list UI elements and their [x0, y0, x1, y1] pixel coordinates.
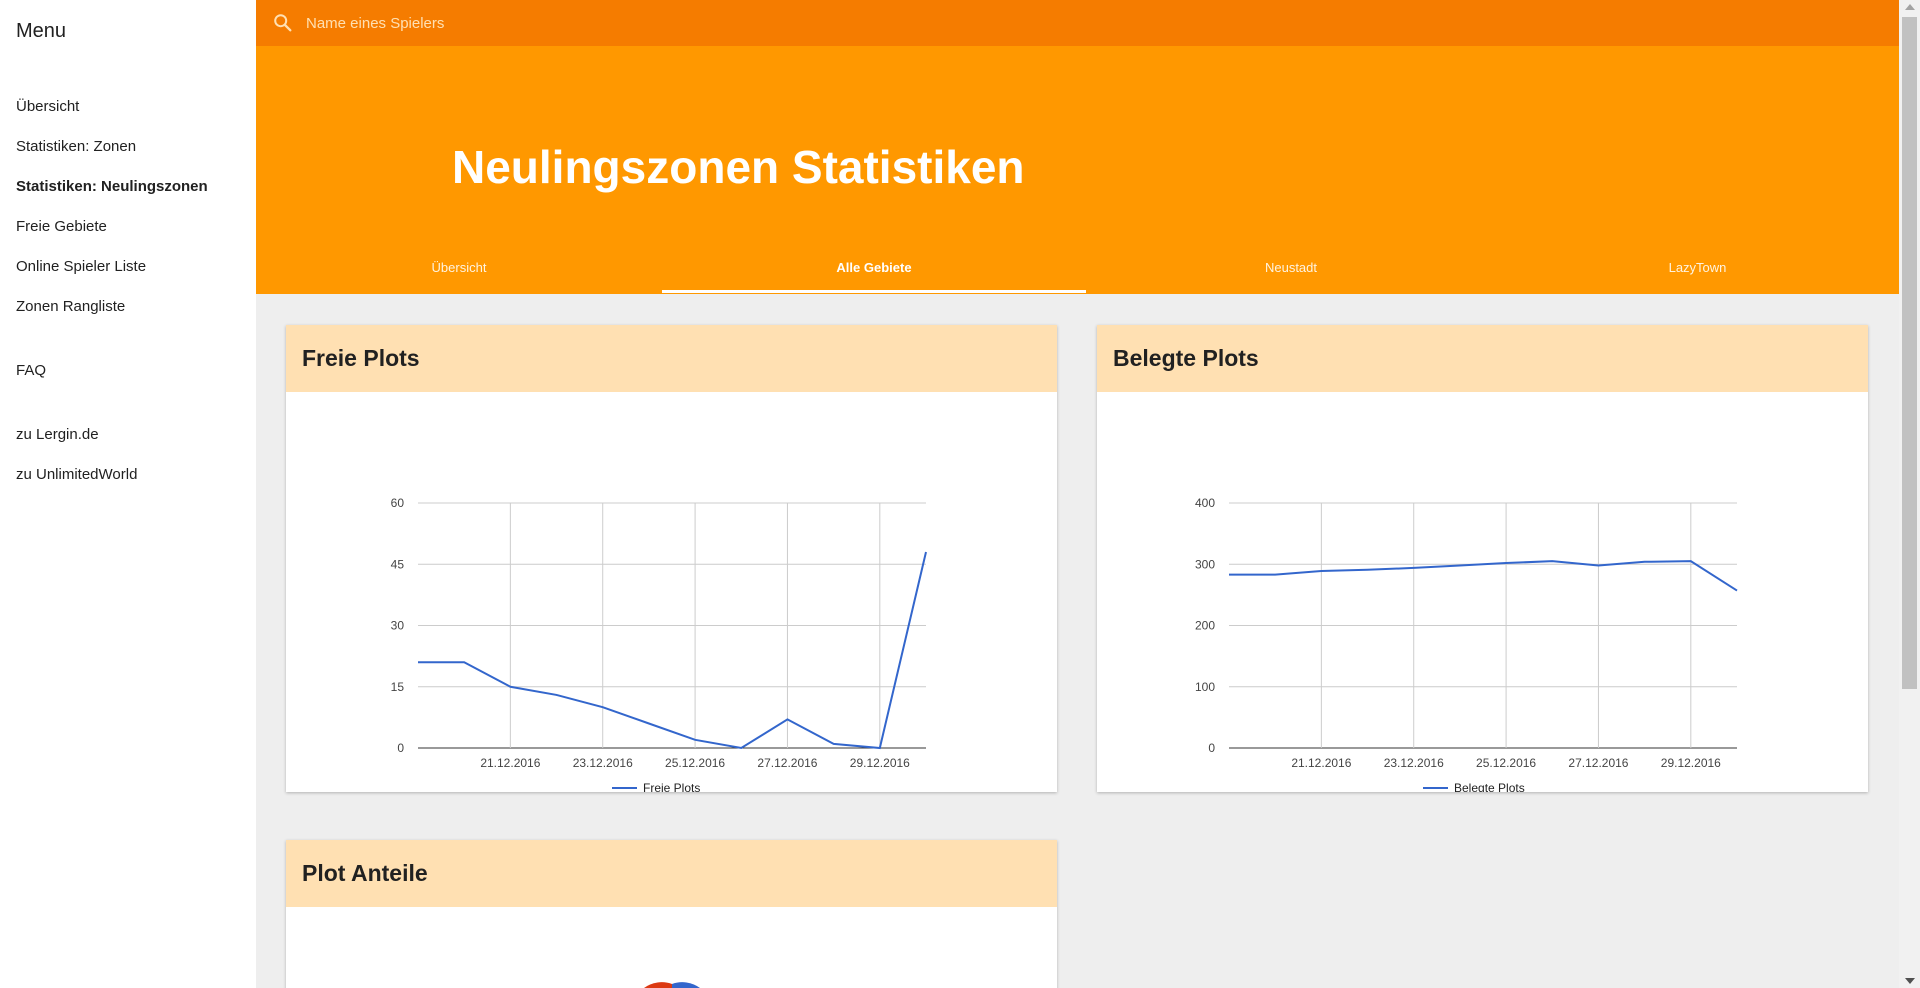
- tab-alle-gebiete[interactable]: Alle Gebiete: [662, 260, 1086, 294]
- line-chart-freie-plots: 0 15 30 45 60 21.12.2016 23.12.2016 25.12.2016 2…: [391, 496, 927, 792]
- card-header: Plot Anteile: [286, 840, 1057, 907]
- x-tick-label: 27.12.2016: [757, 756, 817, 770]
- tab-neustadt[interactable]: Neustadt: [1086, 260, 1496, 294]
- card-header: Freie Plots: [286, 325, 1057, 392]
- tab-lazytown[interactable]: LazyTown: [1496, 260, 1899, 294]
- pie-slice: [644, 982, 672, 988]
- x-tick-label: 29.12.2016: [1661, 756, 1721, 770]
- sidebar-item-freie-gebiete[interactable]: Freie Gebiete: [16, 218, 107, 235]
- y-tick-label: 45: [391, 557, 405, 571]
- search-bar: [256, 0, 1899, 46]
- y-tick-label: 200: [1195, 619, 1215, 633]
- x-tick-label: 27.12.2016: [1568, 756, 1628, 770]
- search-icon[interactable]: [272, 12, 294, 34]
- page-header: Neulingszonen Statistiken Übersicht Alle…: [256, 46, 1899, 294]
- x-tick-label: 29.12.2016: [850, 756, 910, 770]
- line-chart-belegte-plots: 0 100 200 300 400 21.12.2016 23.12.2016 25.12.2…: [1195, 496, 1738, 792]
- pie-slice: [672, 982, 700, 988]
- x-tick-label: 25.12.2016: [1476, 756, 1536, 770]
- card-header: Belegte Plots: [1097, 325, 1868, 392]
- series-line: [418, 551, 927, 750]
- sidebar-item-unlimitedworld[interactable]: zu UnlimitedWorld: [16, 466, 137, 483]
- sidebar-item-lergin[interactable]: zu Lergin.de: [16, 426, 99, 443]
- sidebar-item-statistiken-zonen[interactable]: Statistiken: Zonen: [16, 138, 136, 155]
- pie-chart-plot-anteile: [644, 982, 700, 988]
- y-tick-label: 0: [1208, 741, 1215, 755]
- y-tick-label: 30: [391, 619, 405, 633]
- menu-title: Menu: [16, 20, 67, 42]
- sidebar-item-zonen-rangliste[interactable]: Zonen Rangliste: [16, 298, 125, 315]
- scroll-up-arrow-icon[interactable]: [1905, 4, 1915, 10]
- card-title: Belegte Plots: [1113, 345, 1259, 371]
- sidebar: Menu Übersicht Statistiken: Zonen Statis…: [0, 0, 256, 988]
- sidebar-item-statistiken-neulingszonen[interactable]: Statistiken: Neulingszonen: [16, 178, 208, 195]
- y-tick-label: 60: [391, 496, 405, 510]
- tab-uebersicht[interactable]: Übersicht: [256, 260, 662, 294]
- y-tick-label: 0: [397, 741, 404, 755]
- sidebar-item-uebersicht[interactable]: Übersicht: [16, 98, 79, 115]
- y-tick-label: 300: [1195, 557, 1215, 571]
- y-tick-label: 400: [1195, 496, 1215, 510]
- x-tick-label: 23.12.2016: [1384, 756, 1444, 770]
- x-tick-label: 21.12.2016: [1291, 756, 1351, 770]
- legend-label: Belegte Plots: [1454, 781, 1525, 792]
- series-line: [1229, 560, 1738, 592]
- legend-label: Freie Plots: [643, 781, 700, 792]
- card-title: Plot Anteile: [302, 860, 428, 886]
- sidebar-item-faq[interactable]: FAQ: [16, 362, 46, 379]
- sidebar-item-online-spieler-liste[interactable]: Online Spieler Liste: [16, 258, 146, 275]
- active-tab-indicator: [662, 290, 1086, 293]
- y-tick-label: 15: [391, 680, 405, 694]
- x-tick-label: 25.12.2016: [665, 756, 725, 770]
- search-input[interactable]: [306, 10, 906, 36]
- scroll-thumb[interactable]: [1902, 17, 1917, 689]
- card-belegte-plots: Belegte Plots 0 100 200 300 400 21.12.2016 23.…: [1097, 325, 1868, 792]
- x-tick-label: 21.12.2016: [480, 756, 540, 770]
- card-plot-anteile: Plot Anteile: [286, 840, 1057, 988]
- page-title: Neulingszonen Statistiken: [452, 141, 1025, 193]
- card-freie-plots: Freie Plots 0 15 30 45 60 21.12.2016 23.12.201…: [286, 325, 1057, 792]
- x-tick-label: 23.12.2016: [573, 756, 633, 770]
- scroll-down-arrow-icon[interactable]: [1905, 978, 1915, 984]
- card-title: Freie Plots: [302, 345, 420, 371]
- y-tick-label: 100: [1195, 680, 1215, 694]
- scrollbar[interactable]: [1899, 0, 1920, 988]
